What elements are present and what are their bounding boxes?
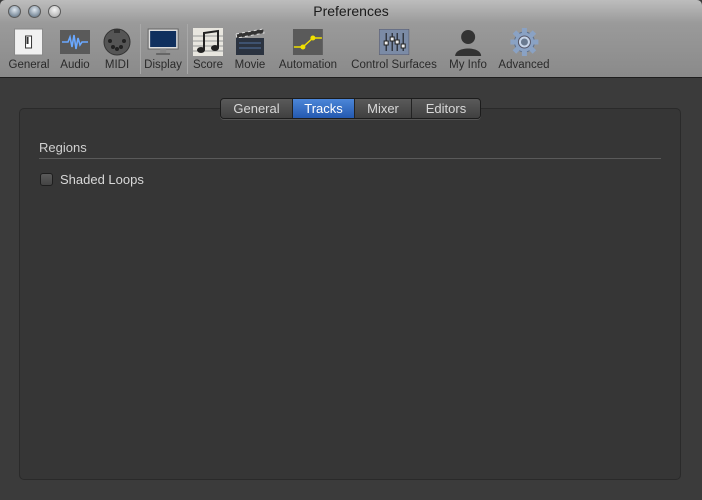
gear-icon bbox=[508, 27, 540, 57]
tab-bar: General Tracks Mixer Editors bbox=[220, 98, 481, 119]
toolbar-my-info[interactable]: My Info bbox=[449, 27, 487, 71]
toolbar-movie[interactable]: Movie bbox=[234, 27, 266, 71]
tracks-panel bbox=[19, 108, 681, 480]
automation-curve-icon bbox=[292, 27, 324, 57]
tab-general[interactable]: General bbox=[221, 99, 293, 118]
section-divider bbox=[39, 158, 661, 159]
toolbar-control-surfaces[interactable]: Control Surfaces bbox=[351, 27, 437, 71]
toolbar-display[interactable]: Display bbox=[144, 27, 182, 71]
monitor-icon bbox=[147, 27, 179, 57]
midi-plug-icon bbox=[101, 27, 133, 57]
shaded-loops-checkbox[interactable] bbox=[40, 173, 53, 186]
toolbar-score[interactable]: Score bbox=[192, 27, 224, 71]
switch-icon bbox=[13, 27, 45, 57]
person-icon bbox=[452, 27, 484, 57]
toolbar-audio[interactable]: Audio bbox=[59, 27, 91, 71]
title-bar: Preferences General Audio MIDI Display S… bbox=[0, 0, 702, 78]
toolbar-automation[interactable]: Automation bbox=[279, 27, 337, 71]
tab-mixer[interactable]: Mixer bbox=[355, 99, 412, 118]
toolbar-advanced[interactable]: Advanced bbox=[498, 27, 550, 71]
section-title-regions: Regions bbox=[39, 140, 87, 155]
waveform-icon bbox=[59, 27, 91, 57]
clapperboard-icon bbox=[234, 27, 266, 57]
window-title: Preferences bbox=[313, 3, 389, 19]
toolbar-separator bbox=[140, 24, 141, 74]
music-notes-icon bbox=[192, 27, 224, 57]
toolbar-separator bbox=[187, 24, 188, 74]
shaded-loops-label[interactable]: Shaded Loops bbox=[60, 172, 144, 187]
toolbar-general[interactable]: General bbox=[9, 27, 49, 71]
toolbar-midi[interactable]: MIDI bbox=[101, 27, 133, 71]
tab-editors[interactable]: Editors bbox=[412, 99, 480, 118]
faders-icon bbox=[378, 27, 410, 57]
tab-tracks[interactable]: Tracks bbox=[293, 99, 355, 118]
